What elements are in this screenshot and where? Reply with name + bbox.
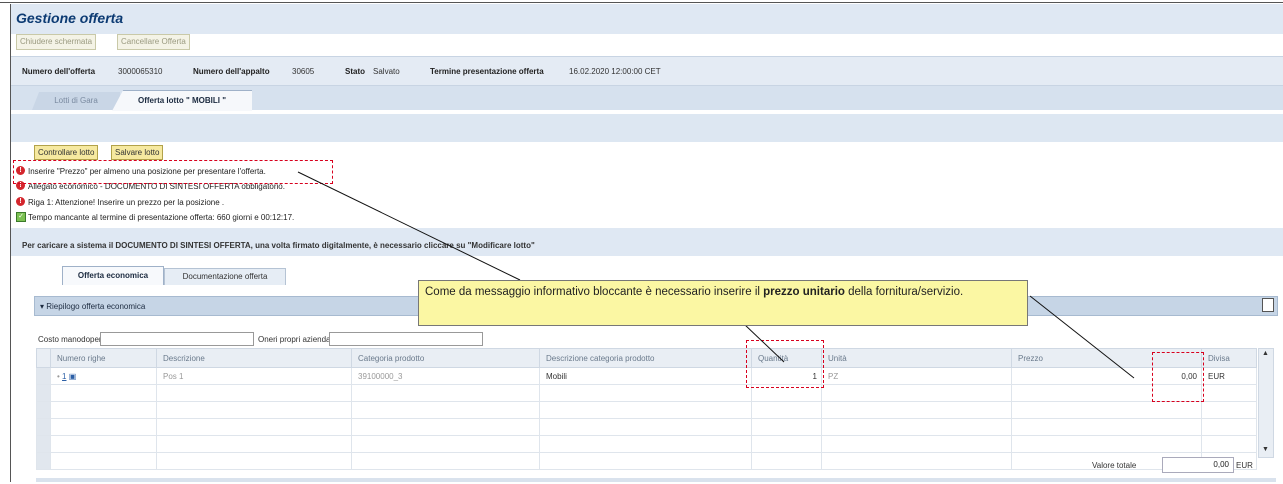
callout-connectors	[297, 171, 1135, 379]
callout-text-end: della fornitura/servizio.	[844, 286, 964, 298]
callout-text: Come da messaggio informativo bloccante …	[425, 286, 764, 298]
callout-bold-text: prezzo unitario	[763, 286, 845, 298]
instruction-callout: Come da messaggio informativo bloccante …	[418, 280, 1028, 326]
